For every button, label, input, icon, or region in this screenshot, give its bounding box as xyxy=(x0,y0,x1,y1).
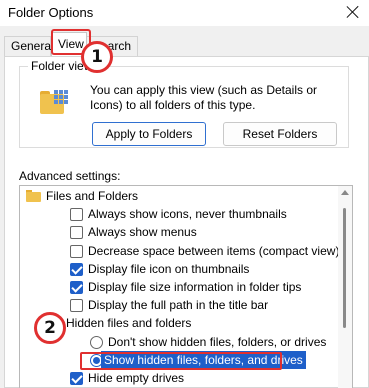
vertical-scrollbar[interactable] xyxy=(338,186,352,388)
option-label: Files and Folders xyxy=(46,189,139,203)
tree-folder-item: Files and Folders xyxy=(20,187,338,205)
option-label: Hide empty drives xyxy=(88,371,185,385)
reset-folders-button[interactable]: Reset Folders xyxy=(223,122,337,146)
radio-option[interactable]: Show hidden files, folders, and drives xyxy=(20,350,338,370)
checkbox-option[interactable]: Display the full path in the title bar xyxy=(20,296,338,314)
step-1-badge: 1 xyxy=(81,41,113,73)
window-title: Folder Options xyxy=(8,5,94,20)
folder-icon xyxy=(26,190,41,202)
option-label: Always show menus xyxy=(88,225,197,240)
checkbox-option[interactable]: Decrease space between items (compact vi… xyxy=(20,242,340,260)
folder-views-icon xyxy=(40,90,70,116)
scrollbar-thumb[interactable] xyxy=(343,208,346,328)
close-icon[interactable] xyxy=(345,4,361,20)
checkbox-unchecked[interactable] xyxy=(70,244,83,258)
checkbox-checked[interactable] xyxy=(70,262,83,276)
radio-option[interactable]: Don't show hidden files, folders, or dri… xyxy=(20,333,338,351)
option-label: Hidden files and folders xyxy=(66,316,192,331)
checkbox-unchecked[interactable] xyxy=(70,226,83,240)
checkbox-option[interactable]: Hide empty drives xyxy=(20,369,338,387)
advanced-settings-list[interactable]: Files and Folders Always show icons, neve… xyxy=(19,185,353,388)
checkbox-unchecked[interactable] xyxy=(70,299,83,313)
checkbox-checked[interactable] xyxy=(70,372,83,385)
checkbox-option[interactable]: Always show icons, never thumbnails xyxy=(20,205,338,223)
selected-option-highlight xyxy=(80,351,282,370)
checkbox-option[interactable]: Display file icon on thumbnails xyxy=(20,260,338,278)
tab-general[interactable]: General xyxy=(4,36,54,56)
option-label: Display file icon on thumbnails xyxy=(88,261,250,276)
option-label: Decrease space between items (compact vi… xyxy=(88,243,340,258)
option-label: Don't show hidden files, folders, or dri… xyxy=(108,334,327,349)
title-bar: Folder Options xyxy=(0,0,369,26)
scroll-up-icon[interactable] xyxy=(341,190,349,195)
step-2-badge: 2 xyxy=(34,312,66,344)
option-label: Display file size information in folder … xyxy=(88,280,302,294)
option-label: Display the full path in the title bar xyxy=(88,298,269,313)
radio-unselected[interactable] xyxy=(90,335,103,349)
checkbox-checked[interactable] xyxy=(70,281,83,294)
folder-views-group: Folder views You can apply this view (su… xyxy=(19,59,349,148)
checkbox-option[interactable]: Always show menus xyxy=(20,223,338,241)
apply-to-folders-button[interactable]: Apply to Folders xyxy=(92,122,206,146)
advanced-settings-label: Advanced settings: xyxy=(19,169,121,183)
checkbox-unchecked[interactable] xyxy=(70,208,83,222)
tree-folder-item: Hidden files and folders xyxy=(20,314,338,332)
option-label: Always show icons, never thumbnails xyxy=(88,207,287,222)
folder-views-description: You can apply this view (such as Details… xyxy=(90,83,318,112)
checkbox-option[interactable]: Display file size information in folder … xyxy=(20,278,338,296)
